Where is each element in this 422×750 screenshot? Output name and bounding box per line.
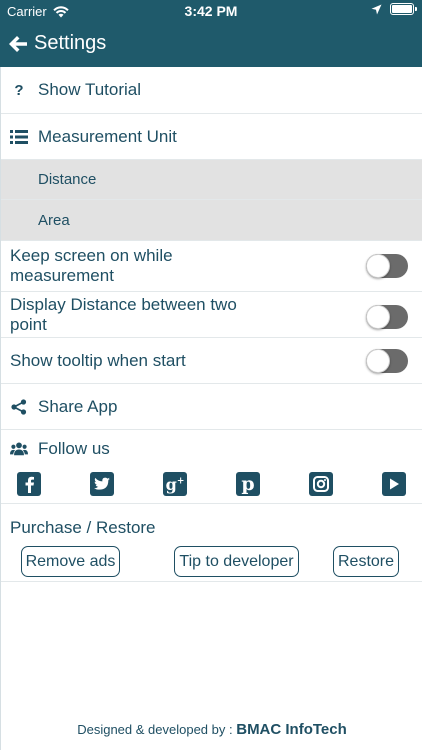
list-icon — [10, 128, 28, 146]
status-bar: Carrier 3:42 PM — [0, 0, 422, 22]
question-icon: ? — [14, 81, 24, 99]
page-title: Settings — [34, 32, 107, 54]
tooltip-label: Show tooltip when start — [10, 350, 186, 370]
social-links: g+ p — [1, 468, 422, 504]
purchase-title: Purchase / Restore — [10, 518, 156, 537]
keep-screen-row: Keep screen on while measurement — [1, 241, 422, 292]
measurement-unit-row[interactable]: Measurement Unit — [1, 114, 422, 160]
status-right — [371, 3, 417, 15]
share-app-label: Share App — [38, 396, 118, 416]
footer-brand: BMAC InfoTech — [236, 721, 347, 738]
follow-us-label: Follow us — [38, 439, 110, 458]
keep-screen-label: Keep screen on while measurement — [10, 246, 173, 285]
footer-prefix: Designed & developed by : — [77, 722, 233, 737]
unit-option-area[interactable]: Area — [1, 200, 422, 241]
tooltip-row: Show tooltip when start — [1, 338, 422, 384]
follow-us-row: Follow us — [1, 430, 422, 468]
back-button[interactable]: Settings — [8, 32, 106, 55]
remove-ads-button[interactable]: Remove ads — [21, 546, 120, 577]
divider — [1, 581, 422, 582]
arrow-left-icon — [9, 35, 27, 52]
tooltip-toggle[interactable] — [366, 349, 408, 373]
twitter-icon[interactable] — [90, 472, 114, 496]
pinterest-icon[interactable]: p — [236, 472, 260, 496]
location-arrow-icon — [371, 4, 382, 14]
unit-option-distance[interactable]: Distance — [1, 160, 422, 200]
instagram-icon[interactable] — [309, 472, 333, 496]
unit-option-label: Area — [38, 211, 70, 229]
measurement-unit-label: Measurement Unit — [38, 126, 177, 146]
top-bar: Carrier 3:42 PM Settings — [0, 0, 422, 67]
share-app-row[interactable]: Share App — [1, 384, 422, 430]
tip-developer-button[interactable]: Tip to developer — [174, 546, 299, 577]
show-tutorial-label: Show Tutorial — [38, 80, 141, 99]
nav-bar: Settings — [0, 24, 422, 66]
facebook-icon[interactable] — [17, 472, 41, 496]
keep-screen-toggle[interactable] — [366, 254, 408, 278]
restore-button[interactable]: Restore — [333, 546, 399, 577]
display-distance-toggle[interactable] — [366, 305, 408, 329]
share-icon — [10, 398, 28, 416]
show-tutorial-row[interactable]: ? Show Tutorial — [1, 67, 422, 114]
users-icon — [10, 440, 28, 458]
battery-icon — [390, 3, 417, 15]
youtube-icon[interactable] — [382, 472, 406, 496]
settings-list: ? Show Tutorial Measurement Unit Distanc… — [0, 67, 422, 750]
display-distance-row: Display Distance between two point — [1, 292, 422, 338]
google-plus-icon[interactable]: g+ — [163, 472, 187, 496]
display-distance-label: Display Distance between two point — [10, 294, 237, 334]
clock: 3:42 PM — [184, 3, 238, 19]
footer: Designed & developed by : BMAC InfoTech — [1, 721, 422, 738]
unit-option-label: Distance — [38, 171, 97, 188]
